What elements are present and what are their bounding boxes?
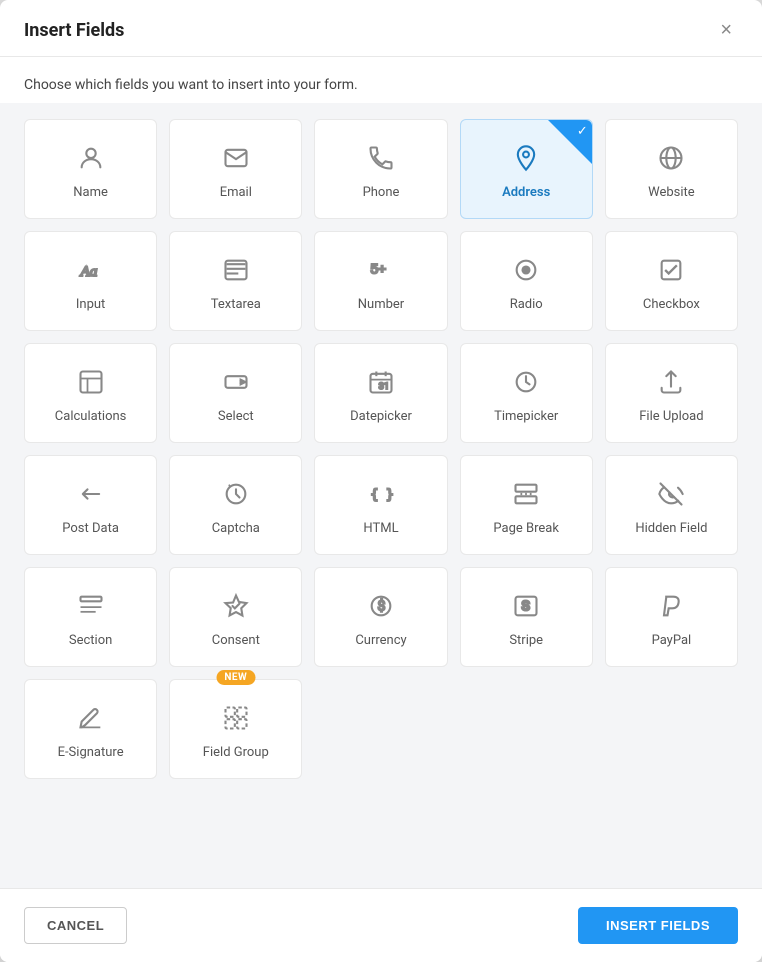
field-item-timepicker[interactable]: ✓Timepicker (460, 343, 593, 443)
fieldgroup-icon (222, 704, 250, 737)
insert-fields-button[interactable]: INSERT FIELDS (578, 907, 738, 944)
field-item-currency[interactable]: ✓$Currency (314, 567, 447, 667)
calculations-label: Calculations (55, 409, 127, 424)
number-icon: 5÷ (367, 256, 395, 289)
field-item-postdata[interactable]: ✓Post Data (24, 455, 157, 555)
svg-text:5÷: 5÷ (370, 261, 386, 277)
name-icon (77, 144, 105, 177)
html-label: HTML (363, 521, 398, 536)
field-item-pagebreak[interactable]: ✓Page Break (460, 455, 593, 555)
modal-title: Insert Fields (24, 20, 124, 41)
modal-header: Insert Fields × (0, 0, 762, 57)
modal-subtitle: Choose which fields you want to insert i… (0, 57, 762, 103)
stripe-label: Stripe (509, 633, 543, 648)
phone-label: Phone (363, 185, 400, 200)
field-item-datepicker[interactable]: ✓31Datepicker (314, 343, 447, 443)
field-item-email[interactable]: ✓Email (169, 119, 302, 219)
timepicker-icon (512, 368, 540, 401)
hiddenfield-label: Hidden Field (635, 521, 707, 536)
website-icon (657, 144, 685, 177)
fileupload-icon (657, 368, 685, 401)
field-item-section[interactable]: ✓Section (24, 567, 157, 667)
field-item-html[interactable]: ✓{ }HTML (314, 455, 447, 555)
svg-text:{ }: { } (370, 488, 393, 503)
pagebreak-icon (512, 480, 540, 513)
field-item-number[interactable]: ✓5÷Number (314, 231, 447, 331)
esignature-icon (77, 704, 105, 737)
phone-icon (367, 144, 395, 177)
paypal-icon (657, 592, 685, 625)
email-icon (222, 144, 250, 177)
checkbox-label: Checkbox (643, 297, 700, 312)
input-label: Input (76, 297, 105, 312)
field-item-fileupload[interactable]: ✓File Upload (605, 343, 738, 443)
field-item-consent[interactable]: ✓Consent (169, 567, 302, 667)
radio-icon (512, 256, 540, 289)
selected-check-icon: ✓ (577, 124, 588, 139)
svg-text:Aa: Aa (79, 263, 97, 280)
email-label: Email (220, 185, 252, 200)
field-item-input[interactable]: ✓AaInput (24, 231, 157, 331)
cancel-button[interactable]: CANCEL (24, 907, 127, 944)
section-label: Section (69, 633, 112, 648)
field-item-address[interactable]: ✓ Address (460, 119, 593, 219)
address-icon (512, 144, 540, 177)
field-item-calculations[interactable]: ✓Calculations (24, 343, 157, 443)
postdata-label: Post Data (62, 521, 119, 536)
captcha-label: Captcha (212, 521, 260, 536)
select-label: Select (218, 409, 254, 424)
field-grid: ✓Name✓Email✓Phone✓ Address✓Website ✓ Aa Inpu… (24, 119, 738, 779)
input-icon: Aa (77, 256, 105, 289)
calculations-icon (77, 368, 105, 401)
field-item-select[interactable]: ✓Select (169, 343, 302, 443)
textarea-label: Textarea (211, 297, 261, 312)
address-label: Address (502, 185, 550, 200)
website-label: Website (648, 185, 695, 200)
close-button[interactable]: × (714, 18, 738, 42)
postdata-icon (77, 480, 105, 513)
fieldgroup-label: Field Group (203, 745, 269, 760)
field-item-name[interactable]: ✓Name (24, 119, 157, 219)
modal-body: ✓Name✓Email✓Phone✓ Address✓Website ✓ Aa Inpu… (0, 103, 762, 888)
pagebreak-label: Page Break (493, 521, 559, 536)
field-item-textarea[interactable]: ✓Textarea (169, 231, 302, 331)
consent-label: Consent (212, 633, 260, 648)
section-icon (77, 592, 105, 625)
field-item-stripe[interactable]: ✓SStripe (460, 567, 593, 667)
datepicker-label: Datepicker (350, 409, 412, 424)
stripe-icon: S (512, 592, 540, 625)
modal-footer: CANCEL INSERT FIELDS (0, 888, 762, 962)
svg-text:S: S (522, 599, 531, 615)
field-item-captcha[interactable]: ✓Captcha (169, 455, 302, 555)
checkbox-icon (657, 256, 685, 289)
captcha-icon (222, 480, 250, 513)
html-icon: { } (367, 480, 395, 513)
select-icon (222, 368, 250, 401)
currency-label: Currency (355, 633, 406, 648)
field-item-esignature[interactable]: ✓E-Signature (24, 679, 157, 779)
datepicker-icon: 31 (367, 368, 395, 401)
insert-fields-modal: Insert Fields × Choose which fields you … (0, 0, 762, 962)
currency-icon: $ (367, 592, 395, 625)
esignature-label: E-Signature (58, 745, 124, 760)
timepicker-label: Timepicker (494, 409, 558, 424)
name-label: Name (73, 185, 108, 200)
number-label: Number (358, 297, 404, 312)
radio-label: Radio (510, 297, 543, 312)
field-item-fieldgroup[interactable]: NEW✓Field Group (169, 679, 302, 779)
field-item-hiddenfield[interactable]: ✓Hidden Field (605, 455, 738, 555)
svg-text:31: 31 (379, 381, 390, 392)
paypal-label: PayPal (652, 633, 692, 648)
field-item-checkbox[interactable]: ✓Checkbox (605, 231, 738, 331)
field-item-website[interactable]: ✓Website (605, 119, 738, 219)
field-item-paypal[interactable]: ✓PayPal (605, 567, 738, 667)
hiddenfield-icon (657, 480, 685, 513)
svg-text:$: $ (377, 598, 385, 615)
consent-icon (222, 592, 250, 625)
fileupload-label: File Upload (639, 409, 703, 424)
field-item-phone[interactable]: ✓Phone (314, 119, 447, 219)
field-item-radio[interactable]: ✓Radio (460, 231, 593, 331)
textarea-icon (222, 256, 250, 289)
